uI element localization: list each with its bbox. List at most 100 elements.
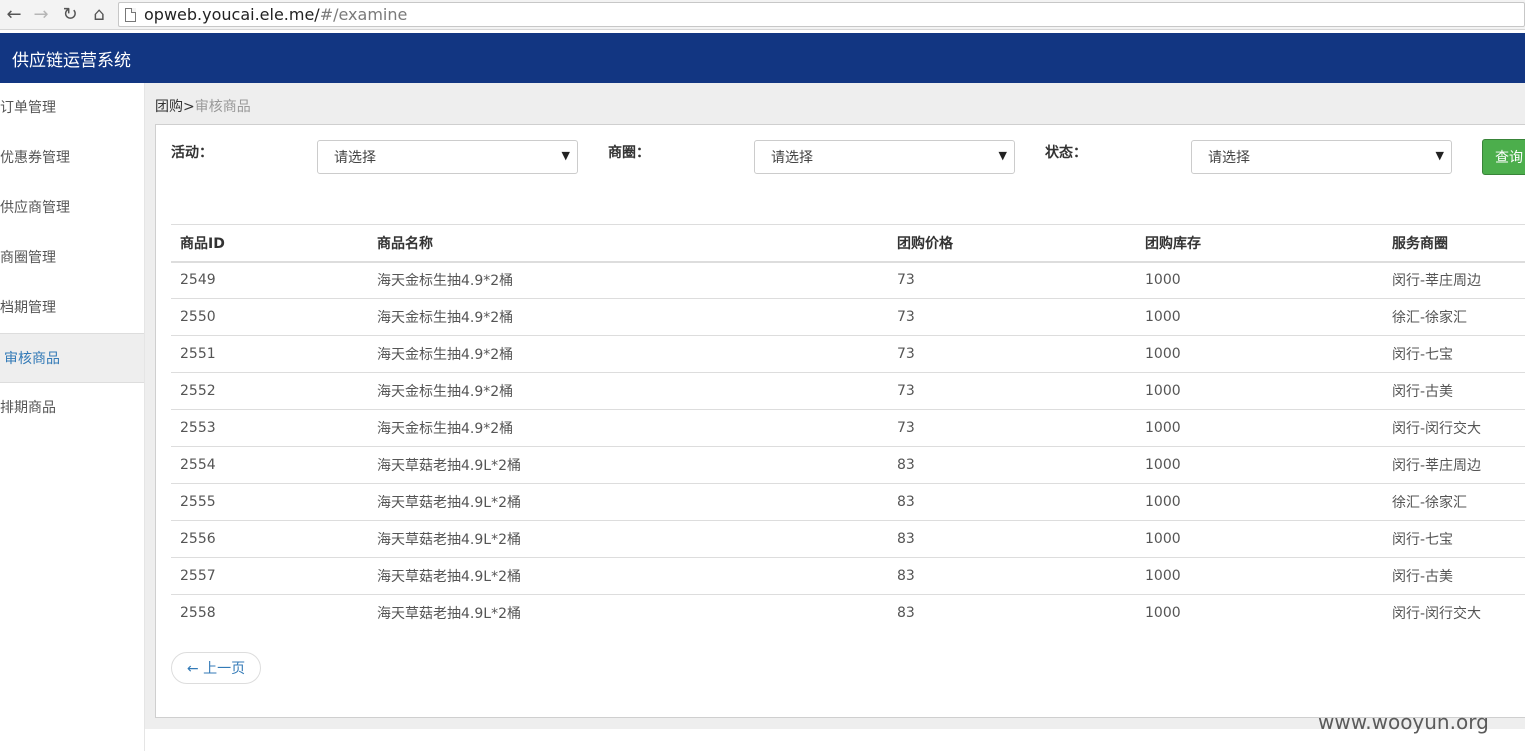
cell-product-id: 2555	[171, 483, 368, 521]
app-header: 供应链运营系统	[0, 33, 1525, 83]
cell-service-district: 闵行-古美	[1383, 372, 1525, 410]
table-row: 2556 海天草菇老抽4.9L*2桶 83 1000 闵行-七宝	[171, 520, 1525, 558]
cell-service-district: 闵行-闵行交大	[1383, 409, 1525, 447]
cell-product-id: 2554	[171, 446, 368, 484]
cell-product-id: 2550	[171, 298, 368, 336]
cell-service-district: 闵行-闵行交大	[1383, 594, 1525, 632]
sidebar-item-districts[interactable]: 商圈管理	[0, 233, 144, 283]
breadcrumb-current: 审核商品	[194, 99, 251, 115]
breadcrumb: 团购>审核商品	[155, 96, 251, 116]
chevron-down-icon: ▼	[1435, 149, 1444, 162]
table-row: 2551 海天金标生抽4.9*2桶 73 1000 闵行-七宝	[171, 335, 1525, 373]
page-icon	[125, 7, 136, 22]
sidebar: 订单管理 优惠券管理 供应商管理 商圈管理 档期管理 审核商品 排期商品	[0, 83, 145, 751]
cell-service-district: 徐汇-徐家汇	[1383, 298, 1525, 336]
sidebar-item-label: 档期管理	[0, 300, 56, 316]
cell-group-stock: 1000	[1136, 557, 1383, 595]
cell-product-name: 海天金标生抽4.9*2桶	[368, 335, 888, 373]
products-table: 商品ID 商品名称 团购价格 团购库存 服务商圈 2549 海天金标生抽4.9*2…	[171, 224, 1525, 632]
cell-group-price: 73	[888, 298, 1136, 336]
status-select[interactable]: 请选择 ▼	[1191, 140, 1452, 174]
cell-group-stock: 1000	[1136, 372, 1383, 410]
table-body: 2549 海天金标生抽4.9*2桶 73 1000 闵行-莘庄周边 2550 海天金标生抽4…	[171, 261, 1525, 632]
content-panel: 活动： 请选择 ▼ 商圈： 请选择 ▼ 状态： 请选择 ▼ 查询 商品ID 商品…	[155, 124, 1525, 718]
cell-product-name: 海天草菇老抽4.9L*2桶	[368, 557, 888, 595]
cell-product-name: 海天金标生抽4.9*2桶	[368, 261, 888, 299]
district-label: 商圈：	[608, 145, 650, 161]
reload-icon[interactable]: ↻	[57, 1, 83, 27]
chevron-down-icon: ▼	[998, 149, 1007, 162]
cell-product-id: 2553	[171, 409, 368, 447]
cell-product-id: 2556	[171, 520, 368, 558]
cell-product-name: 海天金标生抽4.9*2桶	[368, 298, 888, 336]
sidebar-item-coupons[interactable]: 优惠券管理	[0, 133, 144, 183]
main-content: 团购>审核商品 活动： 请选择 ▼ 商圈： 请选择 ▼ 状态： 请选择 ▼ 查询…	[145, 83, 1525, 729]
chevron-down-icon: ▼	[561, 149, 570, 162]
cell-product-name: 海天草菇老抽4.9L*2桶	[368, 594, 888, 632]
table-row: 2555 海天草菇老抽4.9L*2桶 83 1000 徐汇-徐家汇	[171, 483, 1525, 521]
header-product-id: 商品ID	[171, 224, 368, 263]
sidebar-item-label: 审核商品	[4, 351, 60, 367]
url-host: opweb.youcai.ele.me/	[144, 5, 320, 24]
header-group-stock: 团购库存	[1136, 224, 1383, 263]
cell-group-stock: 1000	[1136, 483, 1383, 521]
cell-product-name: 海天草菇老抽4.9L*2桶	[368, 483, 888, 521]
sidebar-item-label: 优惠券管理	[0, 150, 70, 166]
cell-product-name: 海天草菇老抽4.9L*2桶	[368, 520, 888, 558]
prev-page-button[interactable]: ← 上一页	[171, 652, 261, 684]
cell-group-price: 83	[888, 594, 1136, 632]
table-row: 2552 海天金标生抽4.9*2桶 73 1000 闵行-古美	[171, 372, 1525, 410]
cell-group-price: 83	[888, 520, 1136, 558]
table-row: 2557 海天草菇老抽4.9L*2桶 83 1000 闵行-古美	[171, 557, 1525, 595]
back-arrow-icon[interactable]: ←	[1, 1, 27, 27]
cell-group-price: 83	[888, 446, 1136, 484]
cell-product-name: 海天金标生抽4.9*2桶	[368, 372, 888, 410]
app-title: 供应链运营系统	[12, 50, 131, 71]
cell-service-district: 闵行-七宝	[1383, 335, 1525, 373]
forward-arrow-icon[interactable]: →	[28, 1, 54, 27]
sidebar-item-scheduled-products[interactable]: 排期商品	[0, 383, 144, 433]
url-path: #/examine	[319, 5, 408, 24]
district-select-value: 请选择	[771, 150, 813, 166]
activity-label: 活动：	[171, 145, 213, 161]
activity-select-value: 请选择	[334, 150, 376, 166]
cell-product-id: 2552	[171, 372, 368, 410]
cell-group-stock: 1000	[1136, 335, 1383, 373]
cell-service-district: 闵行-莘庄周边	[1383, 261, 1525, 299]
district-select[interactable]: 请选择 ▼	[754, 140, 1015, 174]
breadcrumb-parent[interactable]: 团购	[155, 99, 183, 115]
cell-service-district: 徐汇-徐家汇	[1383, 483, 1525, 521]
cell-group-price: 73	[888, 409, 1136, 447]
table-row: 2549 海天金标生抽4.9*2桶 73 1000 闵行-莘庄周边	[171, 261, 1525, 299]
cell-group-price: 73	[888, 372, 1136, 410]
home-icon[interactable]: ⌂	[86, 1, 112, 27]
sidebar-item-label: 排期商品	[0, 400, 56, 416]
table-header-row: 商品ID 商品名称 团购价格 团购库存 服务商圈	[171, 224, 1525, 263]
sidebar-item-label: 供应商管理	[0, 200, 70, 216]
cell-group-price: 83	[888, 483, 1136, 521]
activity-select[interactable]: 请选择 ▼	[317, 140, 578, 174]
status-select-value: 请选择	[1208, 150, 1250, 166]
cell-group-stock: 1000	[1136, 520, 1383, 558]
header-service-district: 服务商圈	[1383, 224, 1525, 263]
sidebar-item-orders[interactable]: 订单管理	[0, 83, 144, 133]
cell-service-district: 闵行-古美	[1383, 557, 1525, 595]
sidebar-item-review-products[interactable]: 审核商品	[0, 333, 144, 383]
cell-group-stock: 1000	[1136, 298, 1383, 336]
cell-product-name: 海天草菇老抽4.9L*2桶	[368, 446, 888, 484]
sidebar-item-label: 商圈管理	[0, 250, 56, 266]
watermark: www.wooyun.org	[1318, 710, 1489, 734]
query-button[interactable]: 查询	[1482, 139, 1525, 175]
cell-product-name: 海天金标生抽4.9*2桶	[368, 409, 888, 447]
cell-service-district: 闵行-七宝	[1383, 520, 1525, 558]
address-bar[interactable]: opweb.youcai.ele.me/#/examine	[118, 2, 1525, 27]
cell-group-price: 83	[888, 557, 1136, 595]
cell-product-id: 2549	[171, 261, 368, 299]
status-label: 状态：	[1045, 145, 1087, 161]
sidebar-item-suppliers[interactable]: 供应商管理	[0, 183, 144, 233]
cell-product-id: 2558	[171, 594, 368, 632]
cell-group-stock: 1000	[1136, 594, 1383, 632]
sidebar-item-schedules[interactable]: 档期管理	[0, 283, 144, 333]
header-group-price: 团购价格	[888, 224, 1136, 263]
cell-group-stock: 1000	[1136, 409, 1383, 447]
